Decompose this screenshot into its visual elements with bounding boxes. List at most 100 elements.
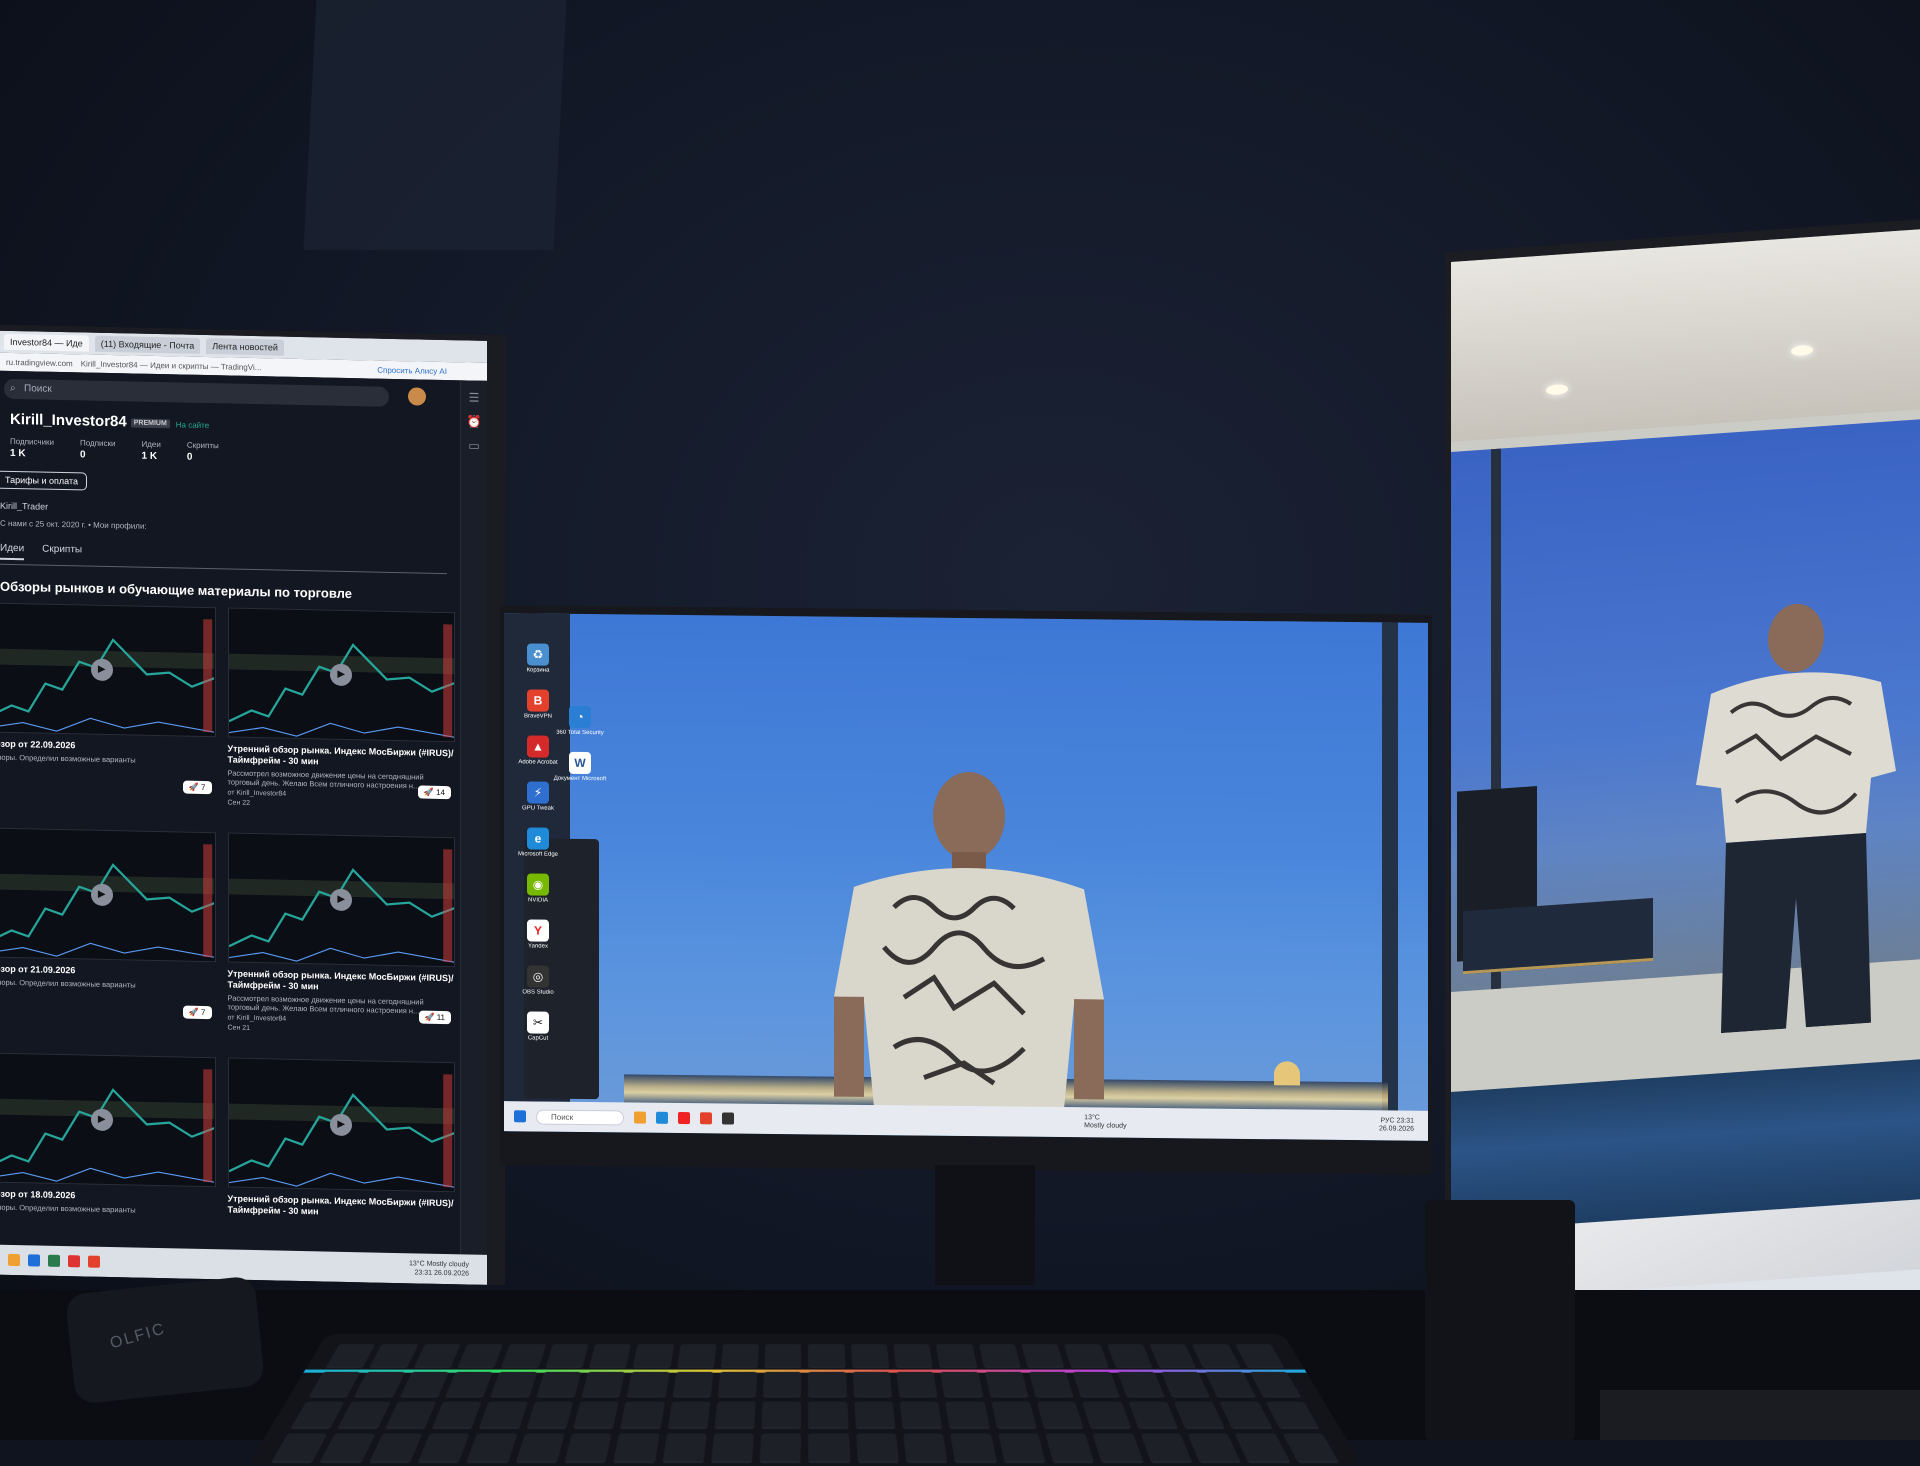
keycap[interactable] [903, 1433, 948, 1462]
chart-thumbnail[interactable]: ▶ [0, 602, 216, 738]
b-app-icon[interactable] [88, 1255, 100, 1268]
idea-card[interactable]: ▶ Утренний обзор рынка. Индекс МосБиржи (… [227, 1057, 456, 1277]
keycap[interactable] [1028, 1371, 1074, 1396]
desktop-icon-360[interactable]: ◔ 360 Total Security [548, 705, 612, 753]
keycap[interactable] [1187, 1433, 1241, 1462]
idea-title[interactable]: Утренний обзор рынка. Индекс МосБиржи (#… [228, 743, 456, 770]
ask-alice-button[interactable]: Спросить Алису AI [377, 365, 447, 375]
b-app-icon[interactable] [700, 1112, 713, 1125]
keycap[interactable] [354, 1371, 405, 1396]
keycap[interactable] [1265, 1401, 1319, 1428]
keycap[interactable] [991, 1401, 1037, 1428]
idea-card[interactable]: ▶ Обзор от 22.09.2026 Обзоры. Определил во… [0, 602, 216, 822]
boost-button[interactable]: 🚀 11 [418, 1010, 451, 1025]
idea-card[interactable]: ▶ Обзор от 18.09.2026 Обзоры. Определил во… [0, 1052, 216, 1272]
keycap[interactable] [326, 1344, 376, 1367]
keycap[interactable] [526, 1401, 574, 1428]
idea-title[interactable]: Утренний обзор рынка. Индекс МосБиржи (#… [228, 1193, 456, 1220]
keycap[interactable] [893, 1344, 934, 1367]
keycap[interactable] [998, 1433, 1046, 1462]
keycap[interactable] [490, 1371, 538, 1396]
keycap[interactable] [717, 1371, 758, 1396]
chat-icon[interactable]: ▭ [461, 438, 487, 453]
desktop-icon-capcut[interactable]: ✂ CapCut [506, 1011, 570, 1058]
windows-start-icon[interactable] [514, 1110, 526, 1123]
desktop-icon-document[interactable]: W Документ Microsoft [548, 751, 612, 799]
plan-button[interactable]: Тарифы и оплата [0, 470, 87, 491]
keycap[interactable] [667, 1401, 711, 1428]
alert-icon[interactable]: ⏰ [461, 414, 487, 429]
keycap[interactable] [764, 1344, 802, 1367]
keycap[interactable] [1234, 1433, 1290, 1462]
keycap[interactable] [672, 1371, 714, 1396]
keycap[interactable] [950, 1433, 997, 1462]
keycap[interactable] [936, 1344, 977, 1367]
browser-tab[interactable]: (11) Входящие - Почта [94, 335, 201, 354]
yandex-icon[interactable] [68, 1255, 80, 1268]
keycap[interactable] [940, 1371, 983, 1396]
obs-icon[interactable] [722, 1112, 735, 1125]
keycap[interactable] [1092, 1433, 1143, 1462]
browser-tab[interactable]: Investor84 — Иде [4, 333, 89, 352]
browser-tab[interactable]: Лента новостей [206, 338, 284, 356]
keycap[interactable] [418, 1433, 470, 1462]
play-icon[interactable]: ▶ [90, 1108, 113, 1132]
play-icon[interactable]: ▶ [90, 658, 113, 682]
keycap[interactable] [1161, 1371, 1210, 1396]
keycap[interactable] [589, 1344, 632, 1367]
boost-button[interactable]: 🚀 7 [182, 1005, 212, 1020]
keycap[interactable] [370, 1344, 419, 1367]
yandex-icon[interactable] [678, 1111, 691, 1125]
idea-card[interactable]: ▶ Утренний обзор рынка. Индекс МосБиржи (… [227, 607, 456, 827]
keycap[interactable] [309, 1371, 361, 1396]
keycap[interactable] [899, 1401, 943, 1428]
keycap[interactable] [854, 1401, 896, 1428]
chart-thumbnail[interactable]: ▶ [227, 832, 455, 968]
app-icon[interactable] [48, 1254, 60, 1267]
keycap[interactable] [711, 1433, 754, 1462]
edge-icon[interactable] [656, 1111, 669, 1124]
chart-thumbnail[interactable]: ▶ [227, 1057, 455, 1193]
desktop-icon-recycle-bin[interactable]: ♻ Корзина [506, 643, 570, 690]
edge-icon[interactable] [28, 1254, 40, 1267]
desktop-icon-yandex[interactable]: Y Yandex [506, 919, 570, 966]
desktop-icon-nvidia[interactable]: ◉ NVIDIA [506, 873, 570, 920]
keycap[interactable] [808, 1433, 851, 1462]
keycap[interactable] [808, 1344, 846, 1367]
keycap[interactable] [545, 1344, 589, 1367]
keycap[interactable] [627, 1371, 670, 1396]
keycap[interactable] [808, 1401, 849, 1428]
keycap[interactable] [714, 1401, 756, 1428]
keycap[interactable] [320, 1433, 376, 1462]
keycap[interactable] [759, 1433, 802, 1462]
search-input[interactable]: ⌕ Поиск [4, 378, 389, 407]
keycap[interactable] [564, 1433, 612, 1462]
keycap[interactable] [620, 1401, 665, 1428]
stat-following[interactable]: Подписки 0 [80, 438, 115, 461]
idea-title[interactable]: Обзор от 21.09.2026 [0, 963, 216, 979]
tab-ideas[interactable]: Идеи [0, 542, 25, 561]
keycap[interactable] [633, 1344, 674, 1367]
rgb-keyboard[interactable] [247, 1334, 1363, 1466]
keycap[interactable] [467, 1433, 518, 1462]
chart-thumbnail[interactable]: ▶ [0, 827, 216, 963]
keycap[interactable] [501, 1344, 546, 1367]
stat-ideas[interactable]: Идеи 1 K [141, 440, 160, 462]
keycap[interactable] [1036, 1401, 1084, 1428]
chart-thumbnail[interactable]: ▶ [0, 1052, 216, 1188]
keycap[interactable] [457, 1344, 504, 1367]
desktop-icon-obs[interactable]: ◎ OBS Studio [506, 965, 570, 1012]
keycap[interactable] [1149, 1344, 1196, 1367]
stat-scripts[interactable]: Скрипты 0 [187, 441, 219, 464]
keycap[interactable] [761, 1401, 802, 1428]
weather-widget[interactable]: 13°C Mostly cloudy [1084, 1114, 1126, 1130]
play-icon[interactable]: ▶ [90, 883, 113, 907]
keycap[interactable] [369, 1433, 423, 1462]
keycap[interactable] [676, 1344, 717, 1367]
idea-title[interactable]: Утренний обзор рынка. Индекс МосБиржи (#… [228, 968, 456, 995]
keycap[interactable] [1072, 1371, 1120, 1396]
avatar[interactable] [408, 387, 426, 406]
boost-button[interactable]: 🚀 7 [182, 780, 212, 795]
watchlist-icon[interactable]: ☰ [461, 390, 487, 405]
keycap[interactable] [1173, 1401, 1225, 1428]
